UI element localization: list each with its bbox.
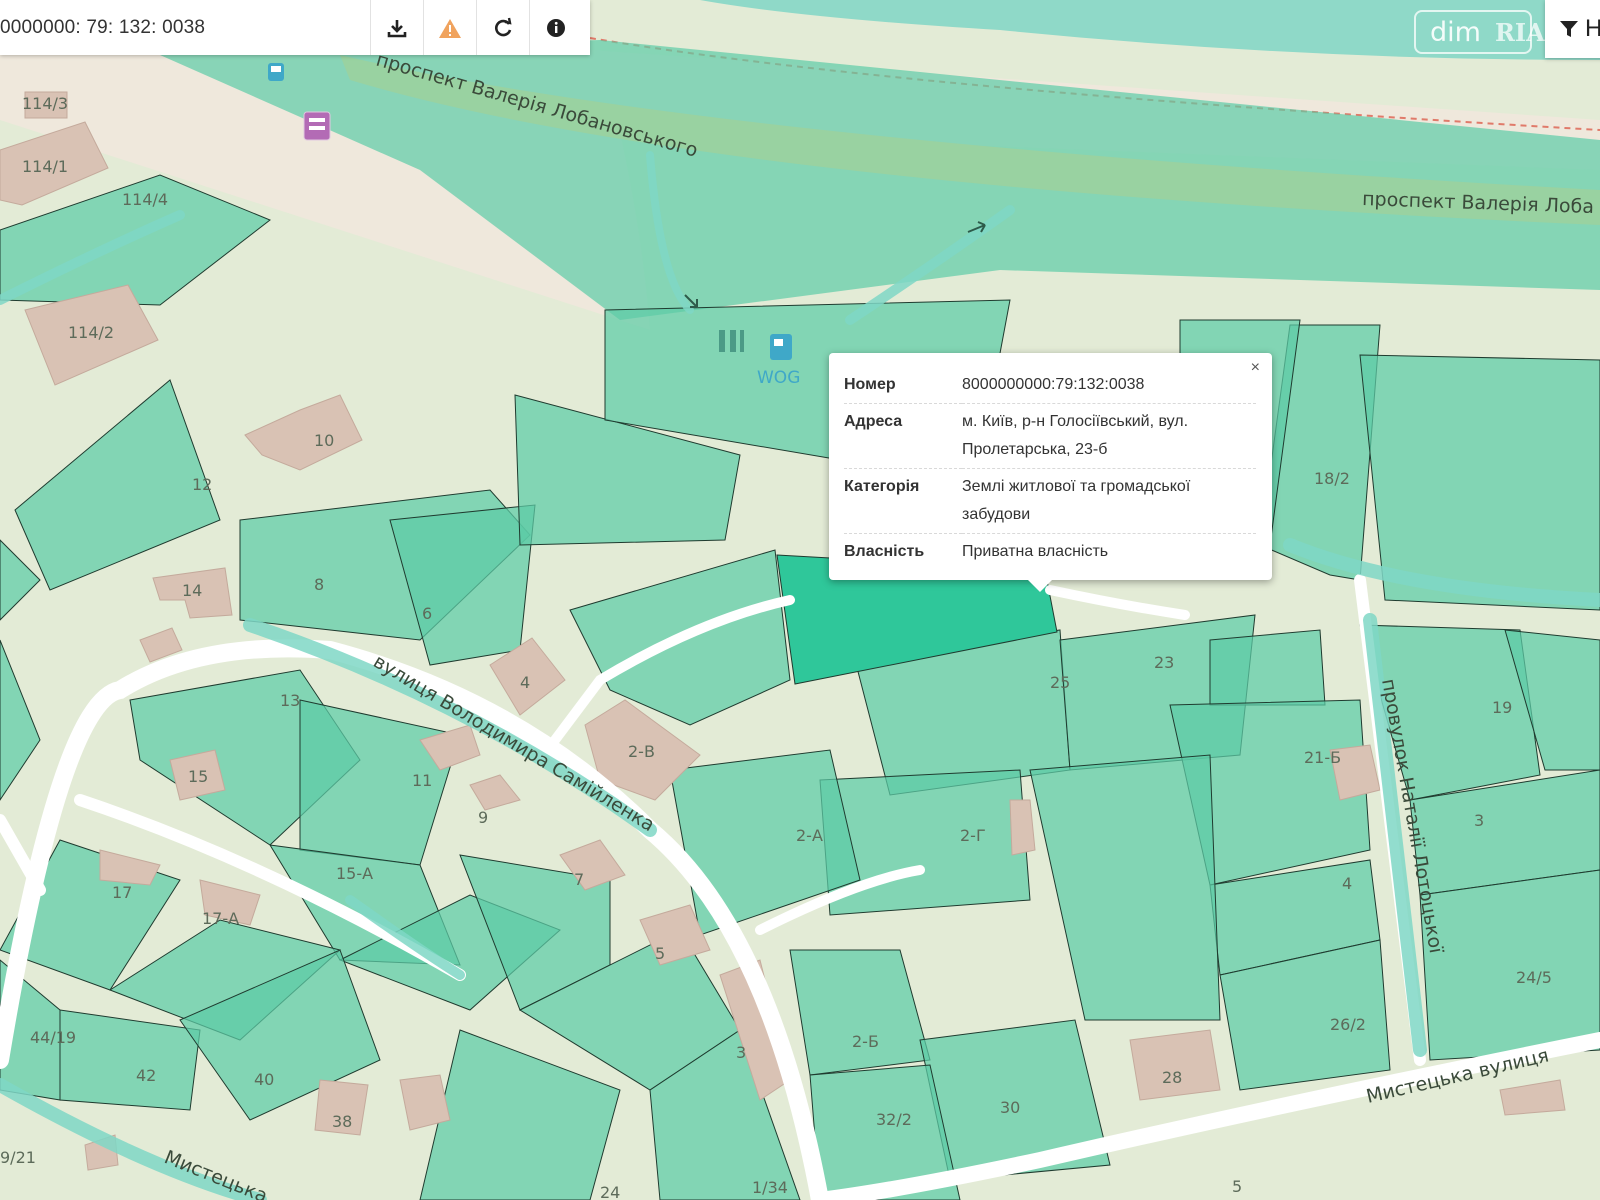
label-114-1: 114/1 [22,157,68,176]
parcel-info-popup: × Номер 8000000000:79:132:0038 Адреса м.… [829,353,1272,592]
watermark-dim: dim [1430,16,1481,48]
label-26-2: 26/2 [1330,1015,1366,1034]
row-key-address: Адреса [844,403,962,469]
label-17a: 17-А [202,909,239,928]
ticket-icon [303,111,331,141]
cadastral-map[interactable]: 114/3 114/1 114/4 114/2 10 12 8 6 14 4 1… [0,0,1600,1200]
label-8: 8 [314,575,324,594]
label-38: 38 [332,1112,352,1131]
label-4: 4 [520,673,530,692]
wog-label: WOG [757,368,800,388]
label-40: 40 [254,1070,274,1089]
row-key-category: Категорія [844,468,962,534]
refresh-button[interactable] [476,0,529,55]
label-6: 6 [422,604,432,623]
label-17: 17 [112,883,132,902]
filter-label: Н [1585,15,1600,42]
label-24: 24 [600,1183,620,1200]
label-21b: 21-Б [1304,748,1341,767]
label-11: 11 [412,771,432,790]
dimria-watermark: dim RIA [1414,10,1545,54]
label-3: 3 [736,1043,746,1062]
label-9: 9 [478,808,488,827]
warning-icon [439,18,461,38]
label-5: 5 [655,944,665,963]
label-9-21: 9/21 [0,1148,36,1167]
label-4b: 4 [1342,874,1352,893]
label-2b: 2-Б [852,1032,879,1051]
label-25: 25 [1050,673,1070,692]
label-10: 10 [314,431,334,450]
parcel-info-table: Номер 8000000000:79:132:0038 Адреса м. К… [844,367,1256,570]
label-32-2: 32/2 [876,1110,912,1129]
info-button[interactable] [529,0,582,55]
filter-icon [1560,21,1578,37]
label-42: 42 [136,1066,156,1085]
label-1-34: 1/34 [752,1178,788,1197]
row-value-number: 8000000000:79:132:0038 [962,367,1256,404]
label-114-3: 114/3 [22,94,68,113]
top-toolbar: 0000000: 79: 132: 0038 [0,0,590,55]
download-button[interactable] [370,0,423,55]
row-value-category: Землі житлової та громадської забудови [962,468,1256,534]
label-13: 13 [280,691,300,710]
table-row: Категорія Землі житлової та громадської … [844,468,1256,534]
label-19: 19 [1492,698,1512,717]
label-15: 15 [188,767,208,786]
label-28: 28 [1162,1068,1182,1087]
info-icon [547,18,565,37]
row-value-address: м. Київ, р-н Голосіївський, вул. Пролета… [962,403,1256,469]
watermark-ria: RIA [1494,17,1545,47]
label-7: 7 [574,870,584,889]
label-15a: 15-А [336,864,373,883]
restroom-icon [719,330,744,352]
label-3b: 3 [1474,811,1484,830]
download-icon [387,19,407,37]
label-2g: 2-Г [960,826,986,845]
report-issue-button[interactable] [423,0,476,55]
row-key-ownership: Власність [844,543,925,560]
cadastral-number-input[interactable]: 0000000: 79: 132: 0038 [0,17,370,39]
label-44-19: 44/19 [30,1028,76,1047]
filter-button[interactable]: Н [1545,0,1600,58]
label-14: 14 [182,581,202,600]
label-12: 12 [192,475,212,494]
bus-stop-icon [268,63,284,81]
label-2a: 2-А [796,826,823,845]
label-114-2: 114/2 [68,323,114,342]
table-row: Власність Приватна власність [844,534,1256,571]
row-key-number: Номер [844,367,962,404]
table-row: Адреса м. Київ, р-н Голосіївський, вул. … [844,403,1256,469]
row-value-ownership: Приватна власність [962,543,1109,560]
table-row: Номер 8000000000:79:132:0038 [844,367,1256,404]
label-5b: 5 [1232,1177,1242,1196]
label-23: 23 [1154,653,1174,672]
label-2v: 2-В [628,742,655,761]
label-114-4: 114/4 [122,190,168,209]
refresh-icon [495,17,512,36]
label-18-2: 18/2 [1314,469,1350,488]
label-24-5: 24/5 [1516,968,1552,987]
label-30: 30 [1000,1098,1020,1117]
